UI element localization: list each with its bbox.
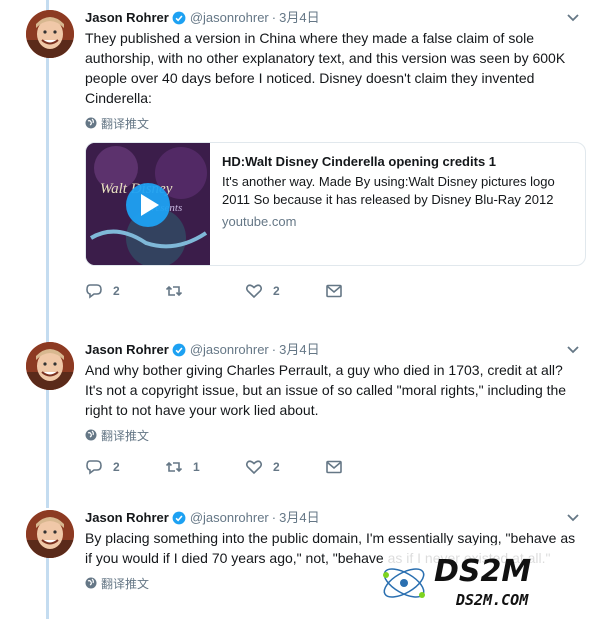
tweet-actions: 2 1 2 — [85, 458, 585, 476]
card-domain: youtube.com — [222, 214, 297, 229]
heart-icon — [245, 284, 263, 299]
globe-icon — [85, 577, 97, 589]
verified-badge-icon — [172, 11, 186, 25]
tweet-header: Jason Rohrer @jasonrohrer · 3月4日 — [85, 509, 585, 527]
chevron-down-icon[interactable] — [566, 13, 580, 23]
tweet-header: Jason Rohrer @jasonrohrer · 3月4日 — [85, 9, 585, 27]
like-count: 2 — [273, 284, 280, 298]
retweet-count: 1 — [193, 460, 200, 474]
watermark-logo: DS2M DS2M.COM — [376, 545, 586, 615]
like-button[interactable]: 2 — [245, 283, 325, 299]
card-description: It's another way. Made By using:Walt Dis… — [222, 174, 555, 207]
reply-icon — [86, 284, 102, 299]
author-handle[interactable]: @jasonrohrer — [190, 341, 269, 359]
reply-count: 2 — [113, 460, 120, 474]
tweet-text: They published a version in China where … — [85, 30, 566, 106]
like-button[interactable]: 2 — [245, 459, 325, 475]
author-handle[interactable]: @jasonrohrer — [190, 509, 269, 527]
verified-badge-icon — [172, 511, 186, 525]
verified-badge-icon — [172, 343, 186, 357]
thread-connector-line-lower — [46, 548, 49, 619]
separator-dot: · — [271, 510, 277, 525]
globe-icon — [85, 117, 97, 129]
avatar[interactable] — [26, 342, 74, 390]
retweet-button[interactable]: 1 — [165, 459, 245, 475]
translate-tweet-link[interactable]: 翻译推文 — [85, 428, 585, 443]
author-handle[interactable]: @jasonrohrer — [190, 9, 269, 27]
direct-message-button[interactable] — [325, 283, 405, 299]
author-name[interactable]: Jason Rohrer — [85, 9, 169, 27]
thread-connector-line — [46, 0, 49, 508]
avatar[interactable] — [26, 10, 74, 58]
chevron-down-icon[interactable] — [566, 513, 580, 523]
chevron-down-icon[interactable] — [566, 345, 580, 355]
retweet-icon — [165, 285, 183, 297]
like-count: 2 — [273, 460, 280, 474]
link-card[interactable]: Walt Disney presents HD:Walt Disney Cind… — [85, 142, 586, 266]
tweet-timestamp[interactable]: 3月4日 — [279, 9, 319, 27]
tweet-header: Jason Rohrer @jasonrohrer · 3月4日 — [85, 341, 585, 359]
reply-button[interactable]: 2 — [85, 459, 165, 475]
tweet-actions: 2 2 — [85, 282, 585, 300]
tweet-text: And why bother giving Charles Perrault, … — [85, 362, 567, 418]
reply-icon — [86, 460, 102, 475]
envelope-icon — [326, 460, 342, 474]
translate-tweet-link[interactable]: 翻译推文 — [85, 116, 585, 131]
video-thumbnail[interactable]: Walt Disney presents — [86, 143, 210, 265]
tweet-timestamp[interactable]: 3月4日 — [279, 509, 319, 527]
separator-dot: · — [271, 10, 277, 25]
avatar[interactable] — [26, 510, 74, 558]
card-title: HD:Walt Disney Cinderella opening credit… — [222, 154, 497, 169]
svg-text:DS2M.COM: DS2M.COM — [455, 591, 529, 609]
author-name[interactable]: Jason Rohrer — [85, 509, 169, 527]
author-name[interactable]: Jason Rohrer — [85, 341, 169, 359]
svg-text:DS2M: DS2M — [434, 554, 531, 589]
direct-message-button[interactable] — [325, 459, 405, 475]
translate-label: 翻译推文 — [101, 428, 150, 443]
tweet-timestamp[interactable]: 3月4日 — [279, 341, 319, 359]
retweet-icon — [165, 461, 183, 473]
separator-dot: · — [271, 342, 277, 357]
retweet-button[interactable] — [165, 283, 245, 299]
envelope-icon — [326, 284, 342, 298]
reply-button[interactable]: 2 — [85, 283, 165, 299]
reply-count: 2 — [113, 284, 120, 298]
heart-icon — [245, 460, 263, 475]
translate-label: 翻译推文 — [101, 576, 150, 591]
translate-label: 翻译推文 — [101, 116, 150, 131]
globe-icon — [85, 429, 97, 441]
